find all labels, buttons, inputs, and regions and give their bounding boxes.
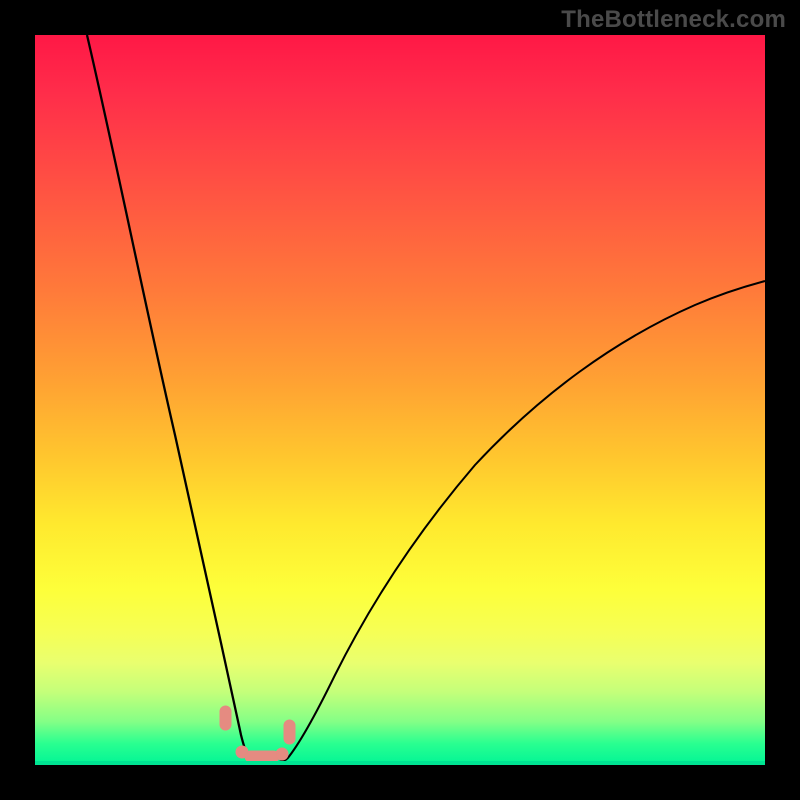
plot-area — [35, 35, 765, 765]
chart-frame: TheBottleneck.com — [0, 0, 800, 800]
curve-left-branch — [87, 35, 249, 759]
marker-group — [220, 706, 295, 762]
bottleneck-curve — [35, 35, 765, 765]
curve-right-branch — [287, 281, 765, 759]
marker-dot — [284, 720, 295, 744]
marker-dot — [220, 706, 231, 730]
watermark-text: TheBottleneck.com — [561, 6, 786, 34]
baseline-strip — [35, 761, 765, 765]
marker-dot — [276, 748, 288, 760]
